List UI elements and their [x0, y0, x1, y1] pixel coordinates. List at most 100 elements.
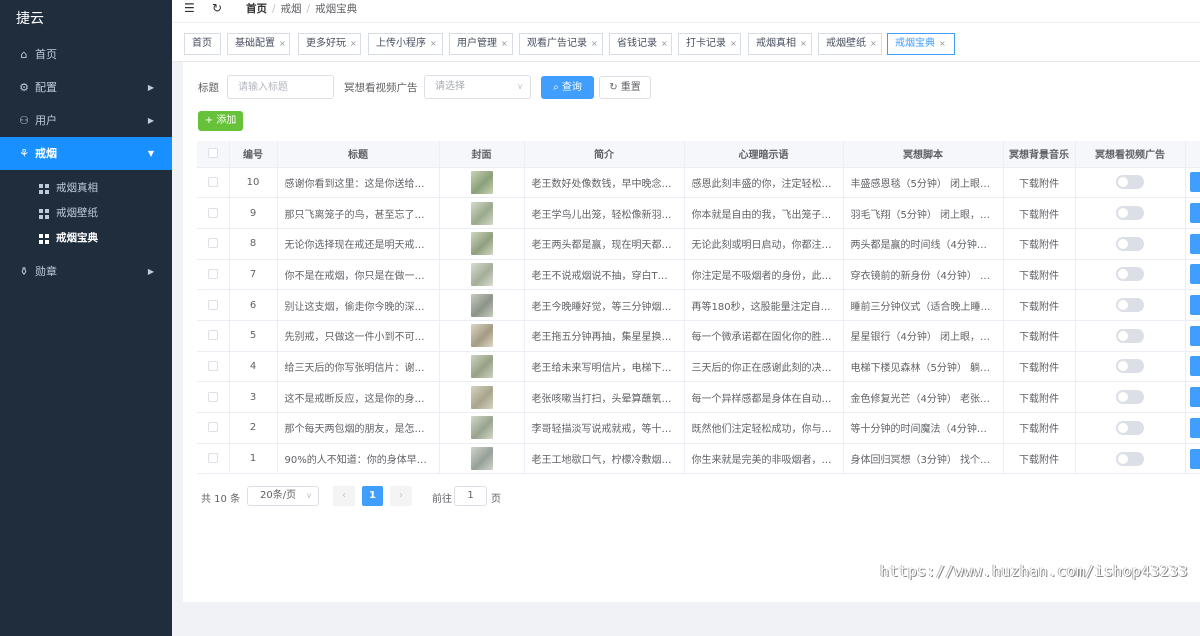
download-attachment-link[interactable]: 下载附件	[1003, 320, 1076, 352]
close-icon[interactable]: ×	[730, 39, 737, 48]
edit-button[interactable]	[1189, 448, 1199, 469]
page-number-current[interactable]: 1	[362, 486, 383, 506]
column-header[interactable]: 编号	[229, 141, 278, 168]
ad-filter-select[interactable]: 请选择 ∨	[424, 75, 531, 99]
tag-upload-miniprogram[interactable]: 上传小程序 ×	[368, 33, 443, 55]
column-header[interactable]: 标题	[277, 141, 440, 168]
edit-button[interactable]	[1189, 325, 1199, 346]
download-attachment-link[interactable]: 下载附件	[1003, 381, 1076, 413]
row-checkbox[interactable]	[207, 299, 218, 310]
download-attachment-link[interactable]: 下载附件	[1003, 228, 1076, 260]
row-checkbox[interactable]	[207, 453, 218, 464]
refresh-icon[interactable]: ↻	[212, 1, 222, 15]
tag-home[interactable]: 首页	[184, 33, 221, 55]
reset-button[interactable]: ↻ 重置	[599, 76, 651, 99]
ad-toggle-switch[interactable]	[1116, 451, 1144, 466]
tag-basic-config[interactable]: 基础配置 ×	[227, 33, 290, 55]
download-attachment-link[interactable]: 下载附件	[1003, 259, 1076, 291]
row-checkbox[interactable]	[207, 207, 218, 218]
sidebar-subitem-truth[interactable]: 戒烟真相	[0, 176, 172, 201]
cover-thumbnail[interactable]	[470, 293, 493, 317]
column-header[interactable]: 冥想看视频广告	[1075, 141, 1186, 168]
sidebar-subitem-wallpaper[interactable]: 戒烟壁纸	[0, 201, 172, 226]
add-button[interactable]: + 添加	[198, 111, 243, 131]
edit-button[interactable]	[1189, 264, 1199, 285]
column-header[interactable]: 冥想背景音乐	[1003, 141, 1076, 168]
tag-more-fun[interactable]: 更多好玩 ×	[298, 33, 361, 55]
tag-user-management[interactable]: 用户管理 ×	[449, 33, 513, 55]
hamburger-icon[interactable]: ☰	[184, 1, 195, 15]
row-checkbox[interactable]	[207, 360, 218, 371]
sidebar-item-medals[interactable]: ⚱ 勋章 ▶	[0, 255, 172, 288]
ad-toggle-switch[interactable]	[1116, 236, 1144, 251]
row-checkbox[interactable]	[207, 268, 218, 279]
cover-thumbnail[interactable]	[470, 201, 493, 225]
next-page-button[interactable]: ›	[390, 486, 412, 506]
sidebar-item-config[interactable]: ⚙ 配置 ▶	[0, 71, 172, 104]
close-icon[interactable]: ×	[591, 39, 598, 48]
cover-thumbnail[interactable]	[470, 232, 493, 256]
cover-thumbnail[interactable]	[470, 447, 493, 471]
edit-button[interactable]	[1189, 203, 1199, 224]
tag-quit-handbook[interactable]: 戒烟宝典 ×	[887, 33, 955, 55]
row-checkbox[interactable]	[207, 238, 218, 249]
tag-checkin-records[interactable]: 打卡记录 ×	[678, 33, 741, 55]
row-checkbox[interactable]	[207, 176, 218, 187]
tag-saving-records[interactable]: 省钱记录 ×	[609, 33, 672, 55]
download-attachment-link[interactable]: 下载附件	[1003, 351, 1076, 383]
close-icon[interactable]: ×	[939, 39, 946, 48]
sidebar-item-users[interactable]: ⚇ 用户 ▶	[0, 104, 172, 137]
ad-toggle-switch[interactable]	[1116, 359, 1144, 374]
edit-button[interactable]	[1189, 387, 1199, 408]
download-attachment-link[interactable]: 下载附件	[1003, 412, 1076, 444]
ad-toggle-switch[interactable]	[1116, 298, 1144, 313]
close-icon[interactable]: ×	[279, 39, 286, 48]
row-checkbox[interactable]	[207, 330, 218, 341]
ad-toggle-switch[interactable]	[1116, 420, 1144, 435]
title-search-input[interactable]	[227, 75, 334, 99]
goto-page-input[interactable]: 1	[454, 486, 487, 506]
column-header[interactable]: 心理暗示语	[684, 141, 844, 168]
download-attachment-link[interactable]: 下载附件	[1003, 289, 1076, 321]
ad-toggle-switch[interactable]	[1116, 390, 1144, 405]
page-size-select[interactable]: 20条/页 ∨	[247, 486, 319, 506]
cover-thumbnail[interactable]	[470, 416, 493, 440]
download-attachment-link[interactable]: 下载附件	[1003, 167, 1076, 199]
breadcrumb-item[interactable]: 首页	[246, 3, 267, 15]
edit-button[interactable]	[1189, 172, 1199, 193]
sidebar-item-home[interactable]: ⌂ 首页	[0, 38, 172, 71]
cover-thumbnail[interactable]	[470, 385, 493, 409]
download-attachment-link[interactable]: 下载附件	[1003, 443, 1076, 475]
edit-button[interactable]	[1189, 417, 1199, 438]
tag-quit-wallpaper[interactable]: 戒烟壁纸 ×	[818, 33, 882, 55]
tag-ad-records[interactable]: 观看广告记录 ×	[519, 33, 603, 55]
column-header[interactable]: 冥想脚本	[843, 141, 1004, 168]
tag-quit-truth[interactable]: 戒烟真相 ×	[748, 33, 812, 55]
close-icon[interactable]: ×	[430, 39, 437, 48]
cover-thumbnail[interactable]	[470, 262, 493, 286]
row-checkbox[interactable]	[207, 391, 218, 402]
sidebar-subitem-handbook[interactable]: 戒烟宝典	[0, 226, 172, 251]
select-all-checkbox[interactable]	[207, 148, 218, 159]
search-button[interactable]: ⌕ 查询	[541, 76, 594, 99]
ad-toggle-switch[interactable]	[1116, 267, 1144, 282]
download-attachment-link[interactable]: 下载附件	[1003, 197, 1076, 229]
ad-toggle-switch[interactable]	[1116, 328, 1144, 343]
cover-thumbnail[interactable]	[470, 354, 493, 378]
row-checkbox[interactable]	[207, 422, 218, 433]
cover-thumbnail[interactable]	[470, 170, 493, 194]
prev-page-button[interactable]: ‹	[333, 486, 355, 506]
column-header[interactable]: 封面	[439, 141, 525, 168]
close-icon[interactable]: ×	[661, 39, 668, 48]
sidebar-item-quit-smoking[interactable]: ⚘ 戒烟 ▼	[0, 137, 172, 170]
close-icon[interactable]: ×	[501, 39, 508, 48]
close-icon[interactable]: ×	[870, 39, 877, 48]
close-icon[interactable]: ×	[800, 39, 807, 48]
ad-toggle-switch[interactable]	[1116, 206, 1144, 221]
edit-button[interactable]	[1189, 295, 1199, 316]
ad-toggle-switch[interactable]	[1116, 175, 1144, 190]
cover-thumbnail[interactable]	[470, 324, 493, 348]
edit-button[interactable]	[1189, 233, 1199, 254]
edit-button[interactable]	[1189, 356, 1199, 377]
column-header[interactable]: 简介	[524, 141, 685, 168]
